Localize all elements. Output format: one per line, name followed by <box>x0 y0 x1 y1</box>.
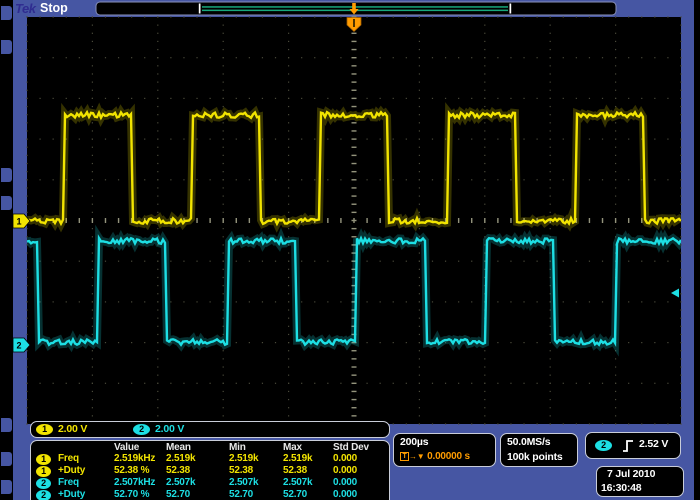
meas-max: 2.507k <box>283 477 312 488</box>
trigger-source-badge: 2 <box>595 440 612 451</box>
bezel-tab <box>1 40 12 54</box>
meas-value: 52.70 % <box>114 489 149 500</box>
meas-mean: 2.507k <box>166 477 195 488</box>
tek-logo: Tek <box>15 1 35 16</box>
meas-name: +Duty <box>58 489 85 500</box>
trigger-t-icon: T <box>400 452 409 461</box>
meas-mean: 52.38 <box>166 465 190 476</box>
date-readout: 7 Jul 2010 <box>607 468 655 480</box>
oscilloscope-screen: 12 Tek Stop 1 2.00 V 2 2.00 V Value Mean… <box>0 0 700 500</box>
meas-value: 2.519kHz <box>114 453 155 464</box>
bezel-tab <box>1 418 12 432</box>
meas-min: 52.38 <box>229 465 253 476</box>
bezel-tab <box>1 6 12 20</box>
col-header-min: Min <box>229 442 246 453</box>
ch1-scale: 2.00 V <box>58 423 87 435</box>
record-length: 100k points <box>507 451 563 463</box>
ch1-badge[interactable]: 1 <box>36 424 53 435</box>
meas-min: 52.70 <box>229 489 253 500</box>
trigger-readout-box[interactable]: 2 2.52 V <box>585 432 681 459</box>
svg-text:2: 2 <box>16 341 21 351</box>
trigger-time-readout: T→▼ 0.00000 s <box>400 451 470 462</box>
timebase-value: 200µs <box>400 436 428 448</box>
ch2-badge[interactable]: 2 <box>133 424 150 435</box>
meas-min: 2.507k <box>229 477 258 488</box>
svg-text:1: 1 <box>16 217 21 227</box>
horizontal-readout-box[interactable]: 200µs T→▼ 0.00000 s <box>393 433 496 467</box>
meas-max: 52.70 <box>283 489 307 500</box>
meas-name: Freq <box>58 477 79 488</box>
bezel-tab <box>1 168 12 182</box>
bezel-tab <box>1 452 12 466</box>
meas-stddev: 0.000 <box>333 465 357 476</box>
col-header-stddev: Std Dev <box>333 442 369 453</box>
trigger-arrow-icon: →▼ <box>409 452 425 461</box>
bezel-tab <box>1 196 12 210</box>
meas-max: 2.519k <box>283 453 312 464</box>
sample-rate: 50.0MS/s <box>507 436 550 448</box>
meas-row-ch-badge: 1 <box>36 454 51 465</box>
left-bezel <box>0 0 13 500</box>
meas-name: +Duty <box>58 465 85 476</box>
time-readout: 16:30:48 <box>601 482 641 494</box>
meas-value: 52.38 % <box>114 465 149 476</box>
right-bezel <box>694 0 700 500</box>
meas-value: 2.507kHz <box>114 477 155 488</box>
acquisition-readout-box[interactable]: 50.0MS/s 100k points <box>500 433 578 467</box>
meas-stddev: 0.000 <box>333 489 357 500</box>
ch2-scale: 2.00 V <box>155 423 184 435</box>
meas-stddev: 0.000 <box>333 477 357 488</box>
channel-scale-box[interactable]: 1 2.00 V 2 2.00 V <box>30 421 390 438</box>
meas-row-ch-badge: 2 <box>36 478 51 489</box>
trigger-level: 2.52 V <box>639 438 668 450</box>
meas-mean: 2.519k <box>166 453 195 464</box>
rising-edge-icon <box>622 439 634 453</box>
meas-row-ch-badge: 1 <box>36 466 51 477</box>
col-header-value: Value <box>114 442 139 453</box>
meas-stddev: 0.000 <box>333 453 357 464</box>
meas-max: 52.38 <box>283 465 307 476</box>
col-header-max: Max <box>283 442 302 453</box>
meas-name: Freq <box>58 453 79 464</box>
datetime-box: 7 Jul 2010 16:30:48 <box>596 466 684 497</box>
meas-row-ch-badge: 2 <box>36 490 51 500</box>
meas-mean: 52.70 <box>166 489 190 500</box>
measurements-table[interactable]: Value Mean Min Max Std Dev 1 Freq 2.519k… <box>30 440 390 500</box>
meas-min: 2.519k <box>229 453 258 464</box>
col-header-mean: Mean <box>166 442 191 453</box>
bezel-tab <box>1 480 12 494</box>
acquisition-status: Stop <box>40 1 68 15</box>
